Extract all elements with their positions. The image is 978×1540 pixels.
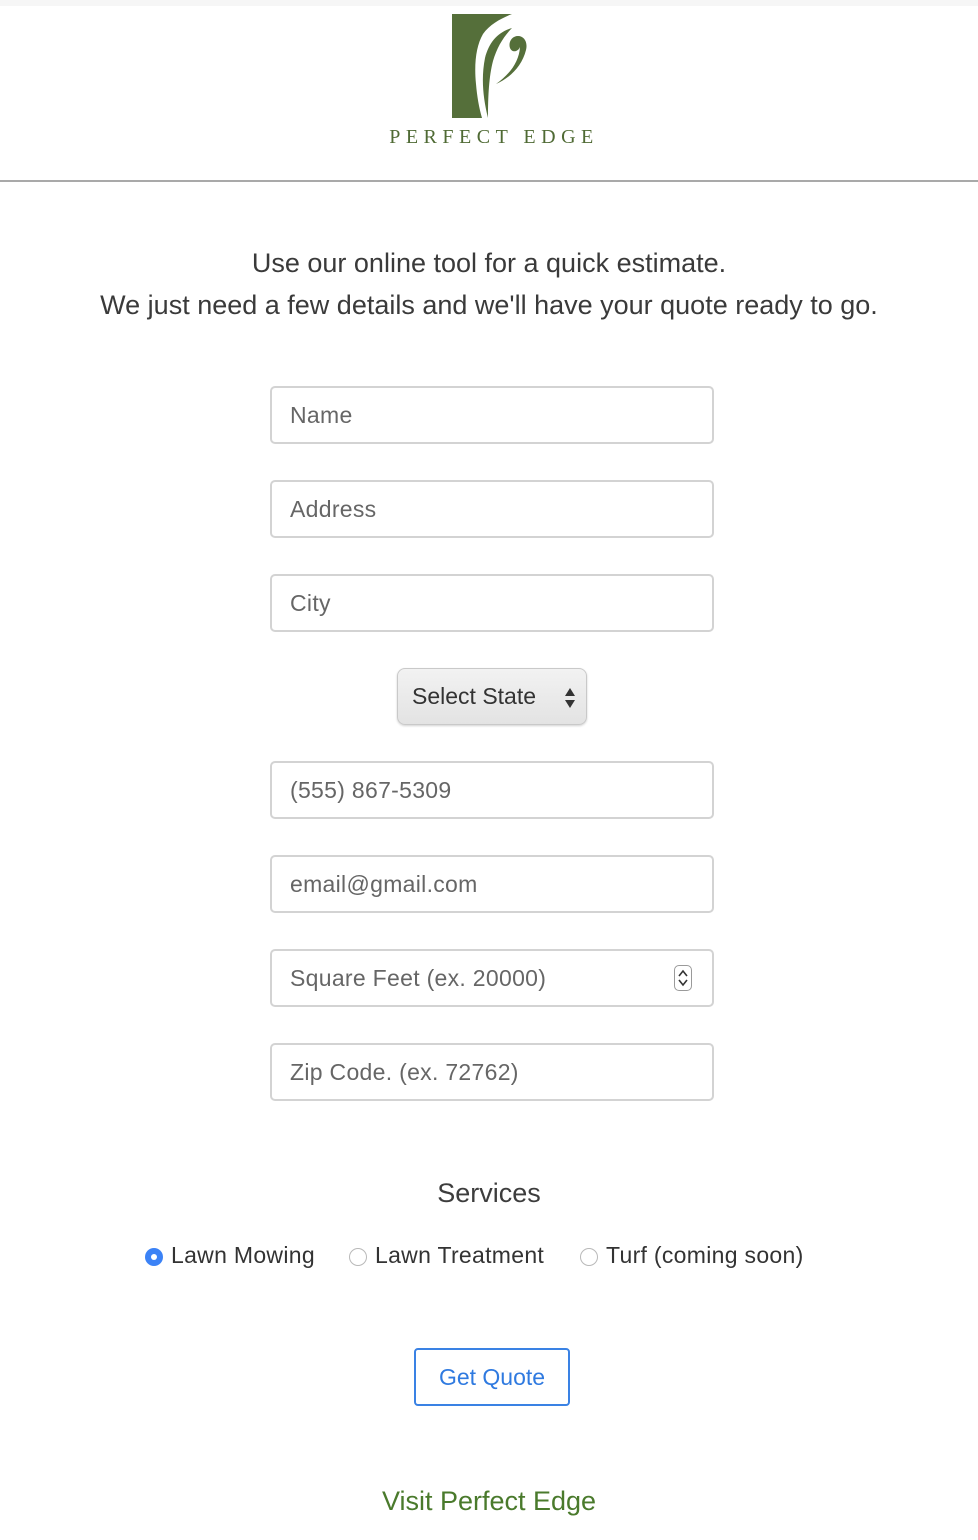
city-input[interactable] [272,576,712,630]
zip-input[interactable] [272,1045,712,1099]
service-label: Turf (coming soon) [606,1242,804,1268]
service-option-lawn-treatment[interactable]: Lawn Treatment [349,1240,569,1274]
get-quote-button[interactable]: Get Quote [414,1348,570,1406]
brand-wordmark: PERFECT EDGE [389,126,599,148]
service-option-turf[interactable]: Turf (coming soon) [580,1240,830,1274]
phone-field [270,761,714,819]
intro-line-2: We just need a few details and we'll hav… [100,290,878,320]
name-field [270,386,714,444]
quote-page: PERFECT EDGE Use our online tool for a q… [0,0,978,1540]
visit-perfect-edge-link[interactable]: Visit Perfect Edge [0,1486,978,1517]
address-input[interactable] [272,482,712,536]
site-header: PERFECT EDGE [0,6,978,182]
city-field [270,574,714,632]
email-input[interactable] [272,857,712,911]
state-select[interactable]: Select State [397,668,587,725]
services-title: Services [437,1178,541,1208]
intro-line-1: Use our online tool for a quick estimate… [251,248,727,278]
square-feet-input[interactable] [272,951,712,1005]
stepper-arrows-icon [678,969,688,987]
number-stepper[interactable] [674,965,692,991]
radio-button[interactable] [349,1248,367,1266]
service-label: Lawn Mowing [171,1242,315,1268]
perfect-edge-logo-icon [452,14,532,120]
zip-field [270,1043,714,1101]
intro-text: Use our online tool for a quick estimate… [0,242,978,326]
service-label: Lawn Treatment [375,1242,545,1268]
state-select-value: Select State [412,683,537,709]
radio-button[interactable] [580,1248,598,1266]
square-feet-field [270,949,714,1007]
select-arrows-icon [565,688,575,708]
email-field [270,855,714,913]
name-input[interactable] [272,388,712,442]
services-radio-group: Lawn Mowing Lawn Treatment Turf (coming … [0,1240,978,1274]
radio-button-checked[interactable] [145,1248,163,1266]
address-field [270,480,714,538]
phone-input[interactable] [272,763,712,817]
service-option-lawn-mowing[interactable]: Lawn Mowing [145,1240,335,1274]
